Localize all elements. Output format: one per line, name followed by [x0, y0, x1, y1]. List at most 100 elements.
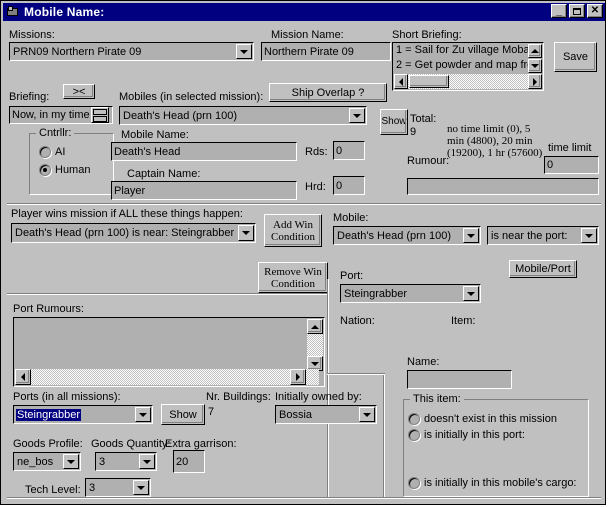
close-icon: ✕ — [590, 5, 600, 16]
mobiles-label: Mobiles (in selected mission): — [119, 91, 264, 103]
chevron-down-icon[interactable] — [63, 454, 79, 469]
scroll-up-button[interactable] — [528, 44, 542, 58]
chevron-down-icon[interactable] — [359, 407, 375, 422]
mission-name-input[interactable]: Northern Pirate 09 — [261, 42, 391, 61]
goods-profile-combo[interactable]: ne_bos — [13, 452, 81, 471]
captain-name-input[interactable]: Player — [111, 181, 297, 200]
radio-icon-selected — [39, 164, 51, 176]
initially-owned-value: Bossia — [279, 408, 313, 421]
briefing-spinner[interactable] — [91, 107, 109, 123]
mission-name-label: Mission Name: — [271, 29, 344, 41]
item-name-input[interactable] — [407, 370, 512, 389]
chevron-down-icon[interactable] — [139, 454, 155, 469]
rds-label: Rds: — [305, 146, 328, 158]
close-button[interactable]: ✕ — [587, 4, 603, 18]
win-condition-value: Death's Head (prn 100) is near: Steingra… — [15, 227, 235, 239]
radio-icon — [408, 429, 420, 441]
extra-garrison-input[interactable]: 20 — [173, 450, 205, 473]
short-briefing-label: Short Briefing: — [392, 29, 462, 41]
win-port-label: Port: — [340, 270, 364, 282]
window-title: Mobile Name: — [24, 5, 105, 19]
chevron-down-icon[interactable] — [463, 228, 479, 243]
goods-quantity-combo[interactable]: 3 — [95, 452, 157, 471]
chevron-down-icon[interactable] — [349, 108, 365, 123]
radio-item-doesnt-exist[interactable]: doesn't exist in this mission — [408, 413, 557, 425]
win-port-value: Steingrabber — [344, 287, 407, 300]
window-controls: _ ✕ — [551, 4, 603, 18]
win-mobile-label: Mobile: — [333, 212, 369, 224]
missions-label: Missions: — [9, 29, 55, 41]
short-briefing-listbox[interactable]: 1 = Sail for Zu village Mobar 2 = Get po… — [392, 42, 544, 91]
port-rumours-value — [14, 318, 324, 320]
title-bar: Mobile Name: _ ✕ — [3, 3, 605, 21]
scroll-left-button[interactable] — [394, 74, 408, 89]
item-label: Item: — [451, 315, 476, 327]
radio-label: AI — [55, 146, 66, 158]
total-label: Total: — [410, 113, 437, 125]
radio-label: is initially in this port: — [424, 429, 525, 441]
maximize-button[interactable] — [569, 4, 585, 18]
ports-combo-value: Steingrabber — [16, 408, 81, 421]
scroll-down-button[interactable] — [528, 59, 542, 73]
show-port-button[interactable]: Show — [161, 404, 205, 425]
mobile-port-button[interactable]: Mobile/Port — [509, 260, 577, 278]
ship-overlap-button[interactable]: Ship Overlap ? — [269, 83, 387, 102]
radio-label: Human — [55, 164, 91, 176]
initially-owned-combo[interactable]: Bossia — [275, 405, 377, 424]
mobile-name-label: Mobile Name: — [121, 129, 189, 141]
time-limit-note: no time limit (0), 5 min (4800), 20 min … — [447, 123, 543, 159]
nr-buildings-label: Nr. Buildings: — [206, 391, 271, 403]
time-limit-input[interactable]: 0 — [544, 156, 599, 174]
scroll-up-button[interactable] — [307, 319, 323, 334]
tech-level-combo[interactable]: 3 — [85, 478, 151, 497]
horizontal-scroll-thumb[interactable] — [409, 75, 449, 88]
ports-combo[interactable]: Steingrabber — [13, 405, 153, 424]
win-mobile-combo[interactable]: Death's Head (prn 100) — [333, 226, 481, 245]
save-button[interactable]: Save — [554, 42, 597, 72]
tech-level-label: Tech Level: — [25, 484, 81, 496]
captain-name-label: Captain Name: — [127, 168, 201, 180]
win-port-combo[interactable]: Steingrabber — [340, 284, 481, 303]
minimize-button[interactable]: _ — [551, 4, 567, 18]
goods-quantity-label: Goods Quantity: — [91, 438, 171, 450]
win-relation-combo[interactable]: is near the port: — [487, 226, 599, 245]
win-mobile-value: Death's Head (prn 100) — [337, 229, 451, 242]
chevron-down-icon[interactable] — [135, 407, 151, 422]
scroll-right-button[interactable] — [528, 74, 542, 89]
hrd-label: Hrd: — [305, 181, 326, 193]
radio-item-in-port[interactable]: is initially in this port: — [408, 429, 525, 441]
chevron-down-icon[interactable] — [581, 228, 597, 243]
rumour-input[interactable] — [407, 178, 599, 195]
divider-bottom — [7, 497, 601, 499]
radio-controller-ai[interactable]: AI — [39, 146, 65, 158]
horizontal-scroll-track[interactable] — [15, 369, 319, 385]
mobiles-combo[interactable]: Death's Head (prn 100) — [119, 106, 367, 125]
win-condition-combo[interactable]: Death's Head (prn 100) is near: Steingra… — [11, 223, 256, 243]
short-briefing-item[interactable]: 1 = Sail for Zu village Mobar — [393, 43, 543, 58]
remove-win-condition-button[interactable]: Remove Win Condition — [258, 262, 328, 293]
chevron-down-icon[interactable] — [463, 286, 479, 301]
mobile-name-input[interactable]: Death's Head — [111, 142, 297, 161]
scroll-left-button[interactable] — [15, 369, 31, 385]
tech-level-value: 3 — [89, 481, 96, 494]
short-briefing-item[interactable]: 2 = Get powder and map fro — [393, 58, 543, 73]
chevron-down-icon[interactable] — [238, 225, 254, 241]
missions-combo[interactable]: PRN09 Northern Pirate 09 — [9, 42, 254, 61]
hrd-input[interactable]: 0 — [333, 176, 365, 195]
port-rumours-textarea[interactable] — [13, 317, 325, 387]
scroll-right-button[interactable] — [290, 369, 306, 385]
show-mobiles-button[interactable]: Show — [380, 109, 408, 135]
briefing-toggle-button[interactable]: >< — [63, 84, 95, 99]
radio-controller-human[interactable]: Human — [39, 164, 90, 176]
win-conditions-header: Player wins mission if ALL these things … — [11, 208, 243, 220]
add-win-condition-line1: Add Win — [273, 218, 313, 231]
chevron-down-icon[interactable] — [133, 480, 149, 495]
divider-mid-top — [327, 279, 329, 295]
radio-icon — [39, 146, 51, 158]
chevron-down-icon[interactable] — [236, 44, 252, 59]
rds-input[interactable]: 0 — [333, 141, 365, 160]
divider-left — [7, 293, 329, 295]
add-win-condition-button[interactable]: Add Win Condition — [264, 214, 322, 247]
radio-item-in-cargo[interactable]: is initially in this mobile's cargo: — [408, 477, 577, 489]
divider-right-top — [327, 373, 385, 375]
